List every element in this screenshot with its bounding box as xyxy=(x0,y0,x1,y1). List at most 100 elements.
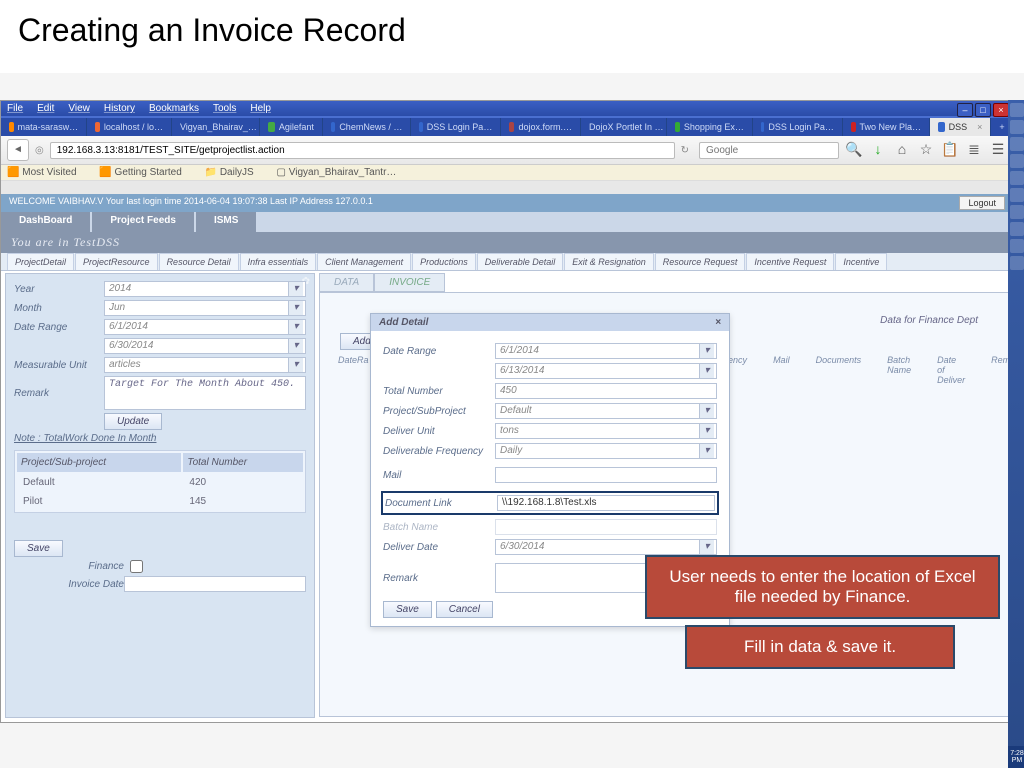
col-total: Total Number xyxy=(183,453,303,472)
save-button[interactable]: Save xyxy=(14,540,63,557)
finance-checkbox[interactable] xyxy=(130,560,143,573)
daterange-to[interactable]: 6/30/2014 xyxy=(104,338,306,354)
tab-isms[interactable]: ISMS xyxy=(196,212,256,232)
modal-deliverdate[interactable]: 6/30/2014 xyxy=(495,539,717,555)
menu-help[interactable]: Help xyxy=(250,103,271,114)
browser-tab[interactable]: Two New Pla… xyxy=(843,118,930,136)
url-input[interactable] xyxy=(50,142,675,159)
dock-icon[interactable] xyxy=(1010,256,1024,270)
browser-tab[interactable]: Shopping Ex… xyxy=(667,118,753,136)
subtab-exit[interactable]: Exit & Resignation xyxy=(564,253,654,270)
logout-button[interactable]: Logout xyxy=(959,196,1005,210)
bookmark-icon[interactable]: ☆ xyxy=(917,141,935,159)
browser-tab[interactable]: Vigyan_Bhairav_… xyxy=(172,118,260,136)
modal-frequency[interactable]: Daily xyxy=(495,443,717,459)
reload-icon[interactable]: ↻ xyxy=(681,145,689,156)
modal-document-link[interactable]: \\192.168.1.8\Test.xls xyxy=(497,495,715,511)
menu-tools[interactable]: Tools xyxy=(213,103,236,114)
modal-cancel-button[interactable]: Cancel xyxy=(436,601,493,618)
subtab-client[interactable]: Client Management xyxy=(317,253,411,270)
address-bar: ◄ ◎ ↻ 🔍 ↓ ⌂ ☆ 📋 ≣ ☰ xyxy=(1,136,1013,165)
browser-tab[interactable]: Agilefant xyxy=(260,118,323,136)
bookmark-vigyan[interactable]: ▢ Vigyan_Bhairav_Tantr… xyxy=(277,167,407,178)
modal-batchname[interactable] xyxy=(495,519,717,535)
minimize-button[interactable]: ‒ xyxy=(957,103,973,117)
work-table: Project/Sub-projectTotal Number Default4… xyxy=(14,450,306,513)
modal-mail[interactable] xyxy=(495,467,717,483)
year-select[interactable]: 2014 xyxy=(104,281,306,297)
dock-icon[interactable] xyxy=(1010,239,1024,253)
subtab-incentive[interactable]: Incentive xyxy=(835,253,887,270)
month-select[interactable]: Jun xyxy=(104,300,306,316)
globe-icon: ◎ xyxy=(35,145,44,156)
bookmark-getting-started[interactable]: 🟧 Getting Started xyxy=(99,167,192,178)
modal-total-number[interactable]: 450 xyxy=(495,383,717,399)
tab-data[interactable]: DATA xyxy=(319,273,374,292)
tab-close-icon[interactable]: × xyxy=(977,122,982,132)
home-icon[interactable]: ⌂ xyxy=(893,141,911,159)
tab-invoice[interactable]: INVOICE xyxy=(374,273,445,292)
subtab-projectresource[interactable]: ProjectResource xyxy=(75,253,158,270)
dock-icon[interactable] xyxy=(1010,154,1024,168)
modal-date-from[interactable]: 6/1/2014 xyxy=(495,343,717,359)
tab-projectfeeds[interactable]: Project Feeds xyxy=(92,212,194,232)
measurable-select[interactable]: articles xyxy=(104,357,306,373)
subtab-incentivereq[interactable]: Incentive Request xyxy=(746,253,834,270)
clipboard-icon[interactable]: 📋 xyxy=(941,141,959,159)
browser-tab[interactable]: localhost / lo… xyxy=(87,118,172,136)
menu-bookmarks[interactable]: Bookmarks xyxy=(149,103,199,114)
maximize-button[interactable]: □ xyxy=(975,103,991,117)
subtab-deliverable[interactable]: Deliverable Detail xyxy=(477,253,564,270)
browser-tab[interactable]: DSS Login Pa… xyxy=(411,118,501,136)
dock-icon[interactable] xyxy=(1010,222,1024,236)
dock-icon[interactable] xyxy=(1010,137,1024,151)
browser-tab[interactable]: mata-sarasw… xyxy=(1,118,87,136)
menu-file[interactable]: File xyxy=(7,103,23,114)
dock-icon[interactable] xyxy=(1010,188,1024,202)
dock-icon[interactable] xyxy=(1010,171,1024,185)
modal-project-select[interactable]: Default xyxy=(495,403,717,419)
close-button[interactable]: × xyxy=(993,103,1009,117)
subtab-productions[interactable]: Productions xyxy=(412,253,476,270)
remark-textarea[interactable]: Target For The Month About 450. xyxy=(104,376,306,410)
callout-enter-location: User needs to enter the location of Exce… xyxy=(645,555,1000,619)
modal-save-button[interactable]: Save xyxy=(383,601,432,618)
browser-tab[interactable]: DSS Login Pa… xyxy=(753,118,843,136)
dock-icon[interactable] xyxy=(1010,103,1024,117)
table-row: Default420 xyxy=(17,474,303,491)
back-button[interactable]: ◄ xyxy=(7,139,29,161)
subtab-infra[interactable]: Infra essentials xyxy=(240,253,317,270)
menu-icon[interactable]: ☰ xyxy=(989,141,1007,159)
search-icon[interactable]: 🔍 xyxy=(845,141,863,159)
subtab-resourcedetail[interactable]: Resource Detail xyxy=(159,253,239,270)
menu-history[interactable]: History xyxy=(104,103,135,114)
table-row: Pilot145 xyxy=(17,493,303,510)
browser-tab[interactable]: dojox.form.… xyxy=(501,118,581,136)
search-input[interactable] xyxy=(699,142,839,159)
taskbar-dock xyxy=(1008,100,1024,768)
tab-dashboard[interactable]: DashBoard xyxy=(1,212,90,232)
menu-view[interactable]: View xyxy=(68,103,90,114)
bookmark-dailyjs[interactable]: 📁 DailyJS xyxy=(205,167,264,178)
subtab-resourcereq[interactable]: Resource Request xyxy=(655,253,746,270)
list-icon[interactable]: ≣ xyxy=(965,141,983,159)
modal-deliverunit[interactable]: tons xyxy=(495,423,717,439)
daterange-from[interactable]: 6/1/2014 xyxy=(104,319,306,335)
dock-icon[interactable] xyxy=(1010,120,1024,134)
update-button[interactable]: Update xyxy=(104,413,162,430)
modal-date-to[interactable]: 6/13/2014 xyxy=(495,363,717,379)
modal-close-icon[interactable]: × xyxy=(715,317,721,328)
download-icon[interactable]: ↓ xyxy=(869,141,887,159)
measurable-label: Measurable Unit xyxy=(14,360,104,371)
modal-titlebar: Add Detail × xyxy=(371,314,729,331)
browser-tab[interactable]: DojoX Portlet In … xyxy=(581,118,667,136)
browser-tab[interactable]: ChemNews / … xyxy=(323,118,411,136)
invoicedate-input[interactable] xyxy=(124,576,306,592)
dock-icon[interactable] xyxy=(1010,205,1024,219)
browser-tab-active[interactable]: DSS× xyxy=(930,118,991,136)
bookmark-most-visited[interactable]: 🟧 Most Visited xyxy=(7,167,87,178)
menu-edit[interactable]: Edit xyxy=(37,103,54,114)
subtab-projectdetail[interactable]: ProjectDetail xyxy=(7,253,74,270)
daterange-label: Date Range xyxy=(14,322,104,333)
main-tabs: DashBoard Project Feeds ISMS xyxy=(1,212,1013,232)
